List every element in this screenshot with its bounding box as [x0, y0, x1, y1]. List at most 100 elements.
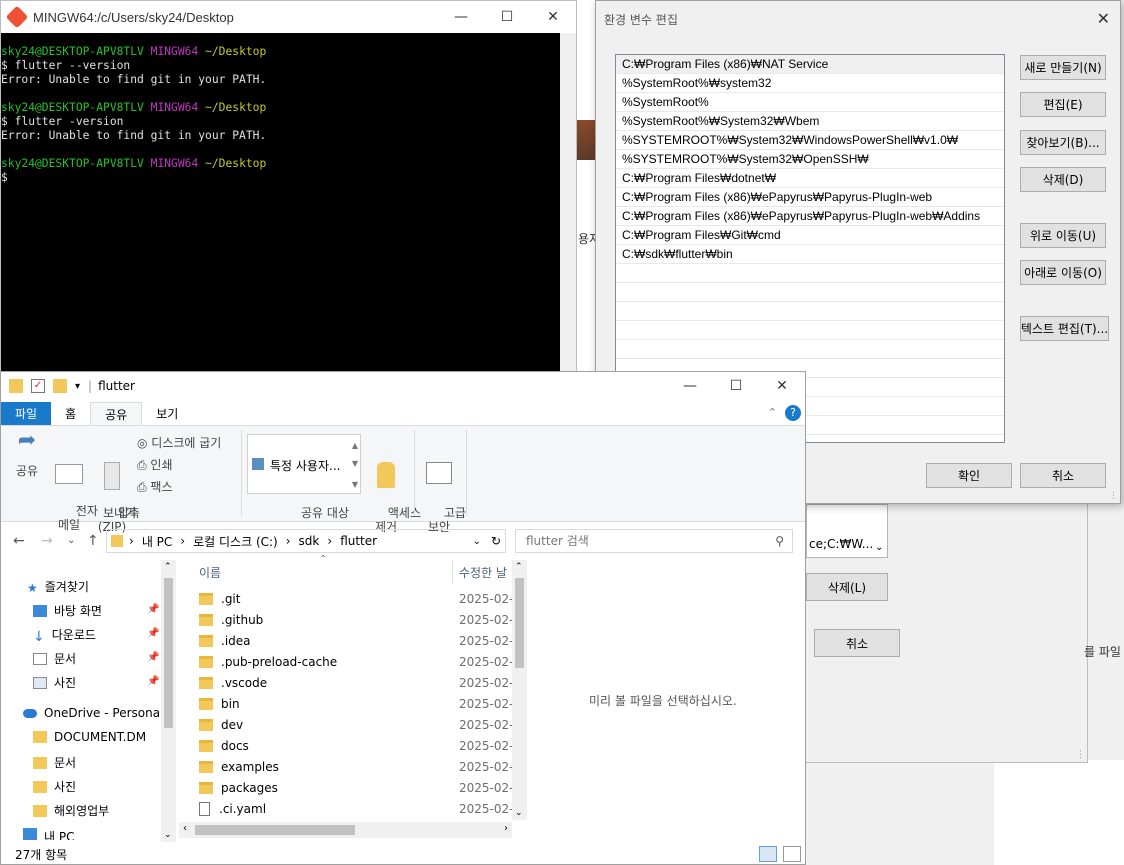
minimize-button[interactable]: — — [438, 1, 484, 33]
path-entry[interactable]: C:₩sdk₩flutter₩bin — [616, 245, 1004, 264]
share-with-list[interactable]: 특정 사용자... ▲ ▼ ▼ — [247, 434, 361, 494]
customize-toolbar-icon[interactable]: ▾ — [75, 381, 80, 392]
recent-locations-icon[interactable]: ⌄ — [67, 535, 75, 546]
file-row[interactable]: examples — [199, 760, 279, 774]
terminal-titlebar[interactable]: MINGW64:/c/Users/sky24/Desktop — ☐ ✕ — [1, 1, 576, 33]
file-row[interactable]: .git — [199, 592, 240, 606]
pin-icon[interactable]: 📌 — [147, 676, 159, 687]
nav-desktop[interactable]: 바탕 화면 — [33, 602, 102, 619]
path-entry[interactable]: %SystemRoot% — [616, 93, 1004, 112]
refresh-icon[interactable]: ↻ — [491, 534, 501, 548]
file-list-hscrollbar[interactable]: ‹ › — [179, 822, 512, 838]
address-dropdown-icon[interactable]: ⌄ — [473, 536, 481, 547]
maximize-button[interactable]: ☐ — [713, 372, 759, 400]
new-button[interactable]: 새로 만들기(N) — [1020, 55, 1106, 80]
behind-delete-button[interactable]: 삭제(L) — [806, 573, 888, 601]
collapse-ribbon-icon[interactable]: ⌃ — [768, 406, 777, 419]
file-row[interactable]: .idea — [199, 634, 251, 648]
nav-od-docs[interactable]: 문서 — [33, 754, 76, 771]
scroll-down-icon[interactable]: ▼ — [352, 459, 358, 468]
path-entry[interactable]: C:₩Program Files (x86)₩NAT Service — [616, 55, 1004, 74]
path-entry[interactable]: C:₩Program Files (x86)₩ePapyrus₩Papyrus-… — [616, 207, 1004, 226]
resize-grip-icon[interactable]: ⋮ — [1076, 750, 1085, 760]
breadcrumb-local-disk[interactable]: 로컬 디스크 (C:) — [193, 533, 278, 550]
file-row[interactable]: packages — [199, 781, 278, 795]
file-row[interactable]: docs — [199, 739, 249, 753]
fax-button[interactable]: ⎙ 팩스 — [137, 478, 173, 495]
scroll-down-icon[interactable]: ⌄ — [164, 830, 172, 840]
ok-button[interactable]: 확인 — [926, 463, 1012, 488]
move-down-button[interactable]: 아래로 이동(O) — [1020, 260, 1106, 285]
search-input[interactable]: flutter 검색 ⚲ — [515, 529, 793, 553]
resize-grip-icon[interactable]: ⋮ — [1109, 491, 1118, 501]
scrollbar-thumb[interactable] — [164, 578, 173, 728]
file-explorer-window[interactable]: ✓ ▾ | flutter — ☐ ✕ 파일 홈 공유 보기 ⌃ ? ➦ 공유 … — [0, 371, 806, 865]
file-row[interactable]: .pub-preload-cache — [199, 655, 337, 669]
file-list-scrollbar[interactable]: ⌃ ⌄ — [512, 560, 527, 820]
up-icon[interactable]: ↑ — [87, 533, 99, 549]
share-button[interactable]: ➦ 공유 — [11, 430, 43, 479]
path-entry[interactable]: C:₩Program Files (x86)₩ePapyrus₩Papyrus-… — [616, 188, 1004, 207]
pin-icon[interactable]: 📌 — [147, 604, 159, 615]
pin-icon[interactable]: 📌 — [147, 628, 159, 639]
empty-entry[interactable] — [616, 321, 1004, 340]
file-row[interactable]: .ci.yaml — [199, 802, 266, 816]
close-icon[interactable]: ✕ — [1097, 9, 1110, 28]
file-row[interactable]: .github — [199, 613, 263, 627]
nav-od-document[interactable]: DOCUMENT.DM — [33, 730, 146, 744]
nav-pictures[interactable]: 사진 — [33, 674, 76, 691]
expand-icon[interactable]: ▼ — [352, 480, 358, 489]
back-icon[interactable]: ← — [13, 533, 25, 549]
nav-quick-access[interactable]: ★ 즐겨찾기 — [27, 578, 89, 595]
empty-entry[interactable] — [616, 283, 1004, 302]
new-folder-icon[interactable] — [53, 379, 67, 393]
nav-od-pics[interactable]: 사진 — [33, 778, 76, 795]
move-up-button[interactable]: 위로 이동(U) — [1020, 223, 1106, 248]
terminal-output[interactable]: sky24@DESKTOP-APV8TLV MINGW64 ~/Desktop $… — [1, 33, 576, 185]
path-entry[interactable]: %SYSTEMROOT%₩System32₩WindowsPowerShell₩… — [616, 131, 1004, 150]
scroll-up-icon[interactable]: ⌃ — [164, 562, 172, 572]
breadcrumb-this-pc[interactable]: 내 PC — [142, 533, 172, 550]
address-bar[interactable]: › 내 PC › 로컬 디스크 (C:) › sdk › flutter ⌄ ↻ — [106, 529, 506, 553]
scroll-right-icon[interactable]: › — [504, 823, 508, 834]
empty-entry[interactable] — [616, 340, 1004, 359]
browse-button[interactable]: 찾아보기(B)... — [1020, 130, 1106, 155]
breadcrumb-flutter[interactable]: flutter — [340, 534, 377, 548]
empty-entry[interactable] — [616, 264, 1004, 283]
file-row[interactable]: .vscode — [199, 676, 267, 690]
scroll-up-icon[interactable]: ⌃ — [515, 562, 523, 572]
nav-od-overseas[interactable]: 해외영업부 — [33, 802, 109, 819]
pin-icon[interactable]: 📌 — [147, 652, 159, 663]
large-icons-view-icon[interactable] — [783, 846, 801, 862]
help-icon[interactable]: ? — [785, 405, 801, 421]
path-entry[interactable]: %SystemRoot%₩system32 — [616, 74, 1004, 93]
tab-home[interactable]: 홈 — [51, 402, 90, 425]
print-button[interactable]: ⎙ 인쇄 — [137, 456, 173, 473]
empty-entry[interactable] — [616, 302, 1004, 321]
details-view-icon[interactable] — [759, 846, 777, 862]
maximize-button[interactable]: ☐ — [484, 1, 530, 33]
close-button[interactable]: ✕ — [759, 372, 805, 400]
nav-downloads[interactable]: ↓ 다운로드 — [33, 626, 96, 645]
close-button[interactable]: ✕ — [530, 1, 576, 33]
properties-icon[interactable]: ✓ — [31, 379, 45, 393]
edit-text-button[interactable]: 텍스트 편집(T)... — [1020, 316, 1109, 341]
share-with-item[interactable]: 특정 사용자... — [270, 459, 340, 473]
delete-button[interactable]: 삭제(D) — [1020, 167, 1106, 192]
explorer-titlebar[interactable]: ✓ ▾ | flutter — ☐ ✕ — [1, 372, 805, 400]
burn-disc-button[interactable]: ◎ 디스크에 굽기 — [137, 434, 221, 451]
path-entry[interactable]: C:₩Program Files₩dotnet₩ — [616, 169, 1004, 188]
forward-icon[interactable]: → — [41, 533, 53, 549]
edit-button[interactable]: 편집(E) — [1020, 92, 1106, 117]
column-header-modified[interactable]: 수정한 날 — [459, 564, 507, 581]
tab-view[interactable]: 보기 — [142, 402, 192, 425]
terminal-window[interactable]: MINGW64:/c/Users/sky24/Desktop — ☐ ✕ sky… — [0, 0, 577, 373]
hscrollbar-thumb[interactable] — [195, 825, 355, 835]
tab-share[interactable]: 공유 — [90, 402, 143, 425]
breadcrumb-sdk[interactable]: sdk — [299, 534, 320, 548]
path-entry[interactable]: %SystemRoot%₩System32₩Wbem — [616, 112, 1004, 131]
chevron-down-icon[interactable]: ⌄ — [875, 542, 883, 553]
path-entry[interactable]: C:₩Program Files₩Git₩cmd — [616, 226, 1004, 245]
minimize-button[interactable]: — — [667, 372, 713, 400]
cancel-button[interactable]: 취소 — [1020, 463, 1106, 488]
